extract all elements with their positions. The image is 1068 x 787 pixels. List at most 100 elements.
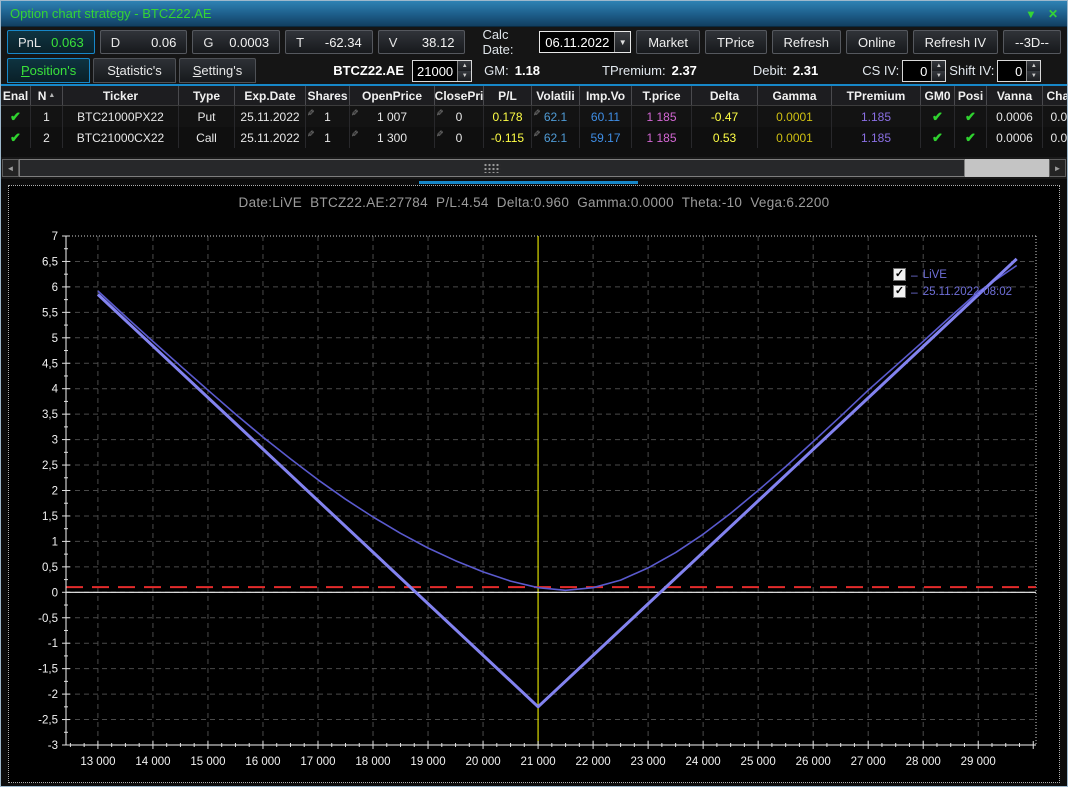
column-header-gm0[interactable]: GM0 <box>921 86 955 105</box>
column-header-ticker[interactable]: Ticker <box>63 86 179 105</box>
debit-value: 2.31 <box>792 63 819 78</box>
table-cell-posi[interactable]: ✔ <box>955 127 987 148</box>
spin-up-icon[interactable]: ▲ <box>1027 60 1041 71</box>
table-cell-t_price: 1 185 <box>632 127 692 148</box>
legend-checkbox[interactable]: ✓ <box>893 285 906 298</box>
vega-value: 38.12 <box>421 34 455 50</box>
table-cell-exp_date: 25.11.2022 <box>235 106 306 127</box>
pencil-icon: ✎ <box>307 129 315 139</box>
pnl-stat-box[interactable]: PnL 0.063 <box>7 30 95 54</box>
spin-up-icon[interactable]: ▲ <box>932 60 946 71</box>
series-expiry-line <box>96 257 1018 709</box>
positions-table: Enal N ▲ Ticker Type Exp.Date Shares OpenPrice C… <box>1 86 1067 157</box>
cs-iv-spinner[interactable]: 0 ▲ ▼ <box>902 59 947 82</box>
column-header-t_price[interactable]: T.price <box>632 86 692 105</box>
strike-input[interactable]: 21000 <box>413 61 457 81</box>
threed-button[interactable]: --3D-- <box>1003 30 1061 54</box>
column-header-posi[interactable]: Posi <box>955 86 987 105</box>
gamma-stat-box[interactable]: G 0.0003 <box>192 30 281 54</box>
theta-stat-box[interactable]: T -62.34 <box>285 30 373 54</box>
x-tick-label: 13 000 <box>80 756 115 768</box>
pencil-icon: ✎ <box>436 129 444 139</box>
scroll-right-icon[interactable]: ► <box>1049 159 1066 177</box>
shift-iv-input[interactable]: 0 <box>998 61 1026 81</box>
x-tick-label: 23 000 <box>631 756 666 768</box>
column-header-close_pri[interactable]: ClosePri <box>435 86 484 105</box>
table-cell-enal[interactable]: ✔ <box>1 106 31 127</box>
tab-statistics[interactable]: Statistic's <box>93 58 176 83</box>
market-button[interactable]: Market <box>636 30 700 54</box>
chevron-down-icon[interactable]: ▼ <box>614 32 631 52</box>
legend-label: 25.11.2022-08:02 <box>922 285 1012 298</box>
minimize-icon[interactable]: ▾ <box>1028 7 1034 21</box>
calc-date-combobox[interactable]: 06.11.2022 ▼ <box>539 31 632 53</box>
cs-iv-input[interactable]: 0 <box>903 61 931 81</box>
y-tick-label: 0,5 <box>42 562 58 574</box>
strike-spinner[interactable]: 21000 ▲ ▼ <box>412 59 473 82</box>
sort-asc-icon: ▲ <box>48 92 56 99</box>
column-header-enal[interactable]: Enal <box>1 86 31 105</box>
title-bar[interactable]: Option chart strategy - BTCZ22.AE ▾ ✕ <box>1 1 1067 27</box>
x-tick-label: 15 000 <box>190 756 225 768</box>
column-header-pl[interactable]: P/L <box>484 86 532 105</box>
column-header-imp_vo[interactable]: Imp.Vo <box>580 86 632 105</box>
column-header-vanna[interactable]: Vanna <box>987 86 1043 105</box>
pnl-label: PnL <box>18 34 42 50</box>
column-header-exp_date[interactable]: Exp.Date <box>235 86 306 105</box>
x-tick-label: 28 000 <box>906 756 941 768</box>
x-tick-label: 22 000 <box>575 756 610 768</box>
tab-positions[interactable]: Position's <box>7 58 91 83</box>
window-title: Option chart strategy - BTCZ22.AE <box>10 6 212 21</box>
scroll-left-icon[interactable]: ◄ <box>2 159 19 177</box>
legend-label: LiVE <box>922 268 947 281</box>
shift-iv-spinner[interactable]: 0 ▲ ▼ <box>997 59 1042 82</box>
chart-panel: Date:LiVE BTCZ22.AE:27784 P/L:4.54 Delta… <box>8 185 1060 783</box>
table-cell-gamma: 0.0001 <box>758 127 832 148</box>
table-cell-gamma: 0.0001 <box>758 106 832 127</box>
column-header-delta[interactable]: Delta <box>692 86 758 105</box>
column-header-type[interactable]: Type <box>179 86 235 105</box>
column-header-gamma[interactable]: Gamma <box>758 86 832 105</box>
table-cell-exp_date: 25.11.2022 <box>235 127 306 148</box>
tprice-button[interactable]: TPrice <box>704 30 767 54</box>
table-cell-gm0[interactable]: ✔ <box>921 127 955 148</box>
scrollbar-track[interactable] <box>965 159 1049 177</box>
table-row[interactable]: ✔ 2 BTC21000CX22 Call 25.11.2022 ✎ 1 ✎ 1 300 ✎ 0 -0… <box>1 127 1067 148</box>
tab-settings[interactable]: Setting's <box>178 58 257 83</box>
y-tick-label: 4,5 <box>42 358 58 370</box>
x-tick-label: 16 000 <box>245 756 280 768</box>
legend-checkbox[interactable]: ✓ <box>893 268 906 281</box>
x-tick-label: 25 000 <box>741 756 776 768</box>
table-cell-posi[interactable]: ✔ <box>955 106 987 127</box>
legend-dash-icon: – <box>911 267 918 282</box>
tab-row: Position's Statistic's Setting's BTCZ22.… <box>1 57 1067 86</box>
legend-item-expiry: ✓ – 25.11.2022-08:02 <box>893 283 1012 300</box>
delta-stat-box[interactable]: D 0.06 <box>99 30 188 54</box>
gm-value: 1.18 <box>514 63 541 78</box>
tpremium-label: TPremium: <box>602 63 666 78</box>
table-cell-enal[interactable]: ✔ <box>1 127 31 148</box>
column-header-n[interactable]: N ▲ <box>31 86 63 105</box>
column-header-tpremium[interactable]: TPremium <box>832 86 921 105</box>
spin-down-icon[interactable]: ▼ <box>458 70 472 81</box>
y-tick-label: -2 <box>48 689 58 701</box>
table-row[interactable]: ✔ 1 BTC21000PX22 Put 25.11.2022 ✎ 1 ✎ 1 007 ✎ 0 0.1… <box>1 106 1067 127</box>
refresh-button[interactable]: Refresh <box>771 30 842 54</box>
refresh-iv-button[interactable]: Refresh IV <box>912 30 999 54</box>
table-cell-gm0[interactable]: ✔ <box>921 106 955 127</box>
y-tick-label: -1,5 <box>38 664 58 676</box>
table-horizontal-scrollbar[interactable]: ◄ ► <box>1 157 1067 179</box>
table-cell-close_pri: ✎ 0 <box>435 127 484 148</box>
column-header-shares[interactable]: Shares <box>306 86 350 105</box>
column-header-open_price[interactable]: OpenPrice <box>350 86 435 105</box>
online-button[interactable]: Online <box>846 30 908 54</box>
spin-down-icon[interactable]: ▼ <box>1027 70 1041 81</box>
spin-up-icon[interactable]: ▲ <box>458 60 472 71</box>
column-header-charm[interactable]: Charm <box>1043 86 1067 105</box>
close-icon[interactable]: ✕ <box>1048 7 1058 21</box>
vega-stat-box[interactable]: V 38.12 <box>377 30 466 54</box>
y-tick-label: 4 <box>52 384 59 396</box>
column-header-volatili[interactable]: Volatili <box>532 86 580 105</box>
spin-down-icon[interactable]: ▼ <box>932 70 946 81</box>
scrollbar-thumb[interactable] <box>19 159 965 177</box>
